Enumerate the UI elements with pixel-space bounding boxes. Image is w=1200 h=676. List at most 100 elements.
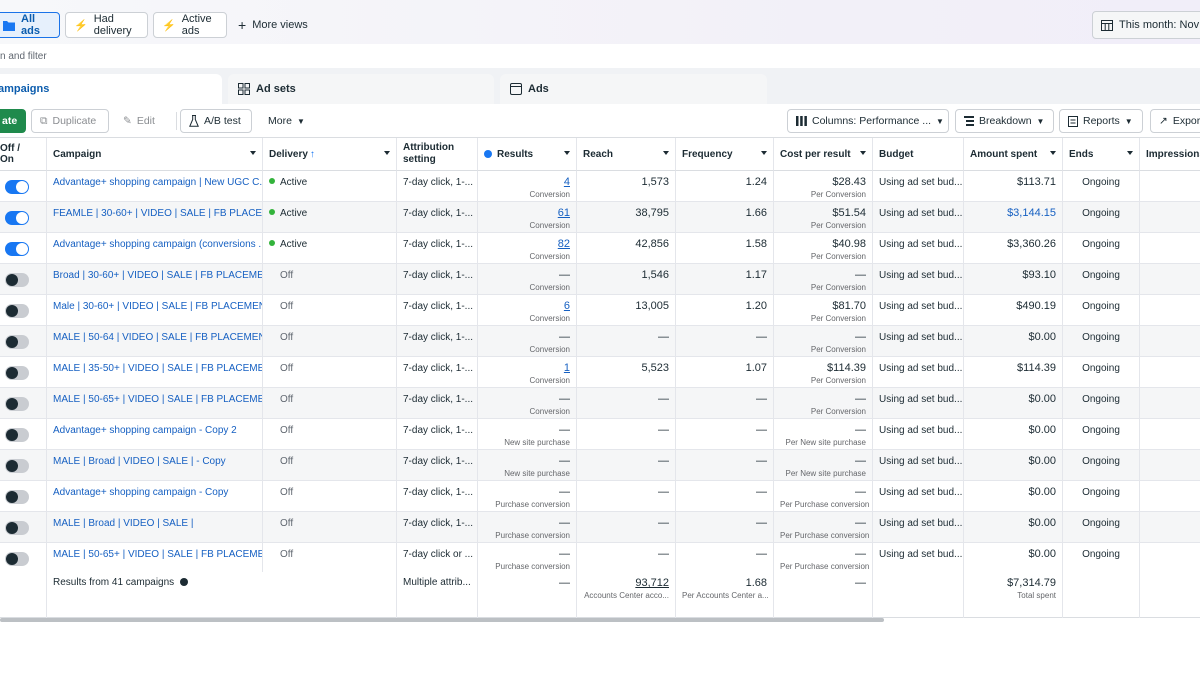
header-campaign[interactable]: Campaign <box>47 138 263 171</box>
campaign-toggle[interactable] <box>5 552 29 566</box>
export-button[interactable]: ↗ Expor <box>1150 109 1200 133</box>
results-value[interactable]: 82 <box>558 238 570 250</box>
campaign-name-link[interactable]: MALE | 50-65+ | VIDEO | SALE | FB PLACEM… <box>53 549 262 560</box>
header-reach[interactable]: Reach <box>577 138 676 171</box>
campaign-toggle[interactable] <box>5 273 29 287</box>
results-value[interactable]: 1 <box>564 362 570 374</box>
search-filter-bar[interactable]: n and filter <box>0 44 1200 68</box>
header-ends[interactable]: Ends <box>1063 138 1140 171</box>
campaign-name-link[interactable]: FEAMLE | 30-60+ | VIDEO | SALE | FB PLAC… <box>53 208 262 219</box>
campaign-name-link[interactable]: Advantage+ shopping campaign - Copy <box>53 487 228 498</box>
toggle-cell[interactable] <box>0 202 47 233</box>
view-had-delivery-button[interactable]: ⚡ Had delivery <box>65 12 148 38</box>
toggle-knob <box>6 398 18 410</box>
campaign-name-link[interactable]: MALE | 50-65+ | VIDEO | SALE | FB PLACEM… <box>53 394 262 405</box>
header-attribution[interactable]: Attribution setting <box>397 138 478 171</box>
toggle-cell[interactable] <box>0 233 47 264</box>
table-row[interactable]: MALE | Broad | VIDEO | SALE | Off 7-day cl… <box>0 512 1200 543</box>
view-all-ads-button[interactable]: All ads <box>0 12 60 38</box>
ab-test-button[interactable]: A/B test <box>180 109 252 133</box>
campaign-toggle[interactable] <box>5 180 29 194</box>
toggle-cell[interactable] <box>0 512 47 543</box>
campaign-name-link[interactable]: MALE | 35-50+ | VIDEO | SALE | FB PLACEM… <box>53 363 262 374</box>
campaign-toggle[interactable] <box>5 242 29 256</box>
campaign-toggle[interactable] <box>5 335 29 349</box>
duplicate-button[interactable]: ⧉ Duplicate <box>31 109 109 133</box>
toggle-cell[interactable] <box>0 171 47 202</box>
table-row[interactable]: Advantage+ shopping campaign - Copy Off 7-… <box>0 481 1200 512</box>
toggle-cell[interactable] <box>0 481 47 512</box>
campaign-name-link[interactable]: Advantage+ shopping campaign | New UGC C… <box>53 177 262 188</box>
table-row[interactable]: MALE | 50-65+ | VIDEO | SALE | FB PLACEM… <box>0 543 1200 574</box>
campaign-toggle[interactable] <box>5 366 29 380</box>
table-row[interactable]: MALE | 50-65+ | VIDEO | SALE | FB PLACEM… <box>0 388 1200 419</box>
campaign-toggle[interactable] <box>5 459 29 473</box>
campaign-name-link[interactable]: MALE | Broad | VIDEO | SALE | <box>53 518 193 529</box>
impr-cell <box>1140 202 1200 233</box>
results-value[interactable]: 61 <box>558 207 570 219</box>
view-active-ads-button[interactable]: ⚡ Active ads <box>153 12 227 38</box>
header-results[interactable]: Results <box>478 138 577 171</box>
campaign-toggle[interactable] <box>5 521 29 535</box>
cpr-sublabel: Per Conversion <box>810 314 866 323</box>
reports-button[interactable]: Reports ▼ <box>1059 109 1143 133</box>
header-impressions[interactable]: Impressions <box>1140 138 1200 171</box>
header-amount-spent[interactable]: Amount spent <box>964 138 1063 171</box>
campaign-cell: Advantage+ shopping campaign - Copy 2 <box>47 419 263 450</box>
table-row[interactable]: FEAMLE | 30-60+ | VIDEO | SALE | FB PLAC… <box>0 202 1200 233</box>
toggle-cell[interactable] <box>0 419 47 450</box>
amount-cell: $113.71 <box>964 171 1063 202</box>
campaign-name-link[interactable]: Male | 30-60+ | VIDEO | SALE | FB PLACEM… <box>53 301 262 312</box>
tab-campaigns[interactable]: ampaigns <box>0 74 222 104</box>
table-row[interactable]: Advantage+ shopping campaign - Copy 2 Off… <box>0 419 1200 450</box>
toggle-cell[interactable] <box>0 264 47 295</box>
header-delivery[interactable]: Delivery ↑ <box>263 138 397 171</box>
header-frequency[interactable]: Frequency <box>676 138 774 171</box>
campaign-name-link[interactable]: Advantage+ shopping campaign (conversion… <box>53 239 262 250</box>
more-button[interactable]: More ▼ <box>260 109 316 133</box>
tab-ads[interactable]: Ads <box>500 74 767 104</box>
header-cost-per-result[interactable]: Cost per result <box>774 138 873 171</box>
results-value[interactable]: 4 <box>564 176 570 188</box>
table-row[interactable]: MALE | 50-64 | VIDEO | SALE | FB PLACEME… <box>0 326 1200 357</box>
campaign-toggle[interactable] <box>5 304 29 318</box>
budget-value: Using ad set bud... <box>879 425 963 436</box>
breakdown-button[interactable]: Breakdown ▼ <box>955 109 1054 133</box>
columns-button[interactable]: Columns: Performance ... ▼ <box>787 109 949 133</box>
horizontal-scrollbar[interactable] <box>0 618 884 622</box>
table-row[interactable]: Male | 30-60+ | VIDEO | SALE | FB PLACEM… <box>0 295 1200 326</box>
campaign-name-link[interactable]: Broad | 30-60+ | VIDEO | SALE | FB PLACE… <box>53 270 262 281</box>
toggle-cell[interactable] <box>0 450 47 481</box>
tab-ad-sets[interactable]: Ad sets <box>228 74 494 104</box>
campaign-toggle[interactable] <box>5 397 29 411</box>
caret-down-icon <box>663 151 669 155</box>
delivery-cell: Off <box>263 481 397 512</box>
table-row[interactable]: Broad | 30-60+ | VIDEO | SALE | FB PLACE… <box>0 264 1200 295</box>
table-row[interactable]: MALE | Broad | VIDEO | SALE | - Copy Off 7… <box>0 450 1200 481</box>
campaign-toggle[interactable] <box>5 428 29 442</box>
table-row[interactable]: MALE | 35-50+ | VIDEO | SALE | FB PLACEM… <box>0 357 1200 388</box>
toggle-cell[interactable] <box>0 357 47 388</box>
more-views-button[interactable]: + More views <box>238 12 308 38</box>
campaign-name-link[interactable]: MALE | Broad | VIDEO | SALE | - Copy <box>53 456 226 467</box>
header-budget[interactable]: Budget <box>873 138 964 171</box>
results-value[interactable]: 6 <box>564 300 570 312</box>
campaign-toggle[interactable] <box>5 211 29 225</box>
table-row[interactable]: Advantage+ shopping campaign | New UGC C… <box>0 171 1200 202</box>
toggle-cell[interactable] <box>0 388 47 419</box>
info-icon <box>484 150 492 158</box>
campaign-name-link[interactable]: Advantage+ shopping campaign - Copy 2 <box>53 425 237 436</box>
create-button[interactable]: ate <box>0 109 26 133</box>
toggle-cell[interactable] <box>0 326 47 357</box>
edit-button[interactable]: ✎ Edit <box>115 109 171 133</box>
freq-cell: — <box>676 512 774 543</box>
table-row[interactable]: Advantage+ shopping campaign (conversion… <box>0 233 1200 264</box>
toggle-cell[interactable] <box>0 295 47 326</box>
toggle-cell[interactable] <box>0 543 47 574</box>
date-range-picker[interactable]: This month: Nov 1, <box>1092 11 1200 39</box>
header-off-on[interactable]: Off / On <box>0 138 47 171</box>
campaign-toggle[interactable] <box>5 490 29 504</box>
results-cell: 61 Conversion <box>478 202 577 233</box>
ends-value: Ongoing <box>1082 456 1120 467</box>
campaign-name-link[interactable]: MALE | 50-64 | VIDEO | SALE | FB PLACEME… <box>53 332 262 343</box>
